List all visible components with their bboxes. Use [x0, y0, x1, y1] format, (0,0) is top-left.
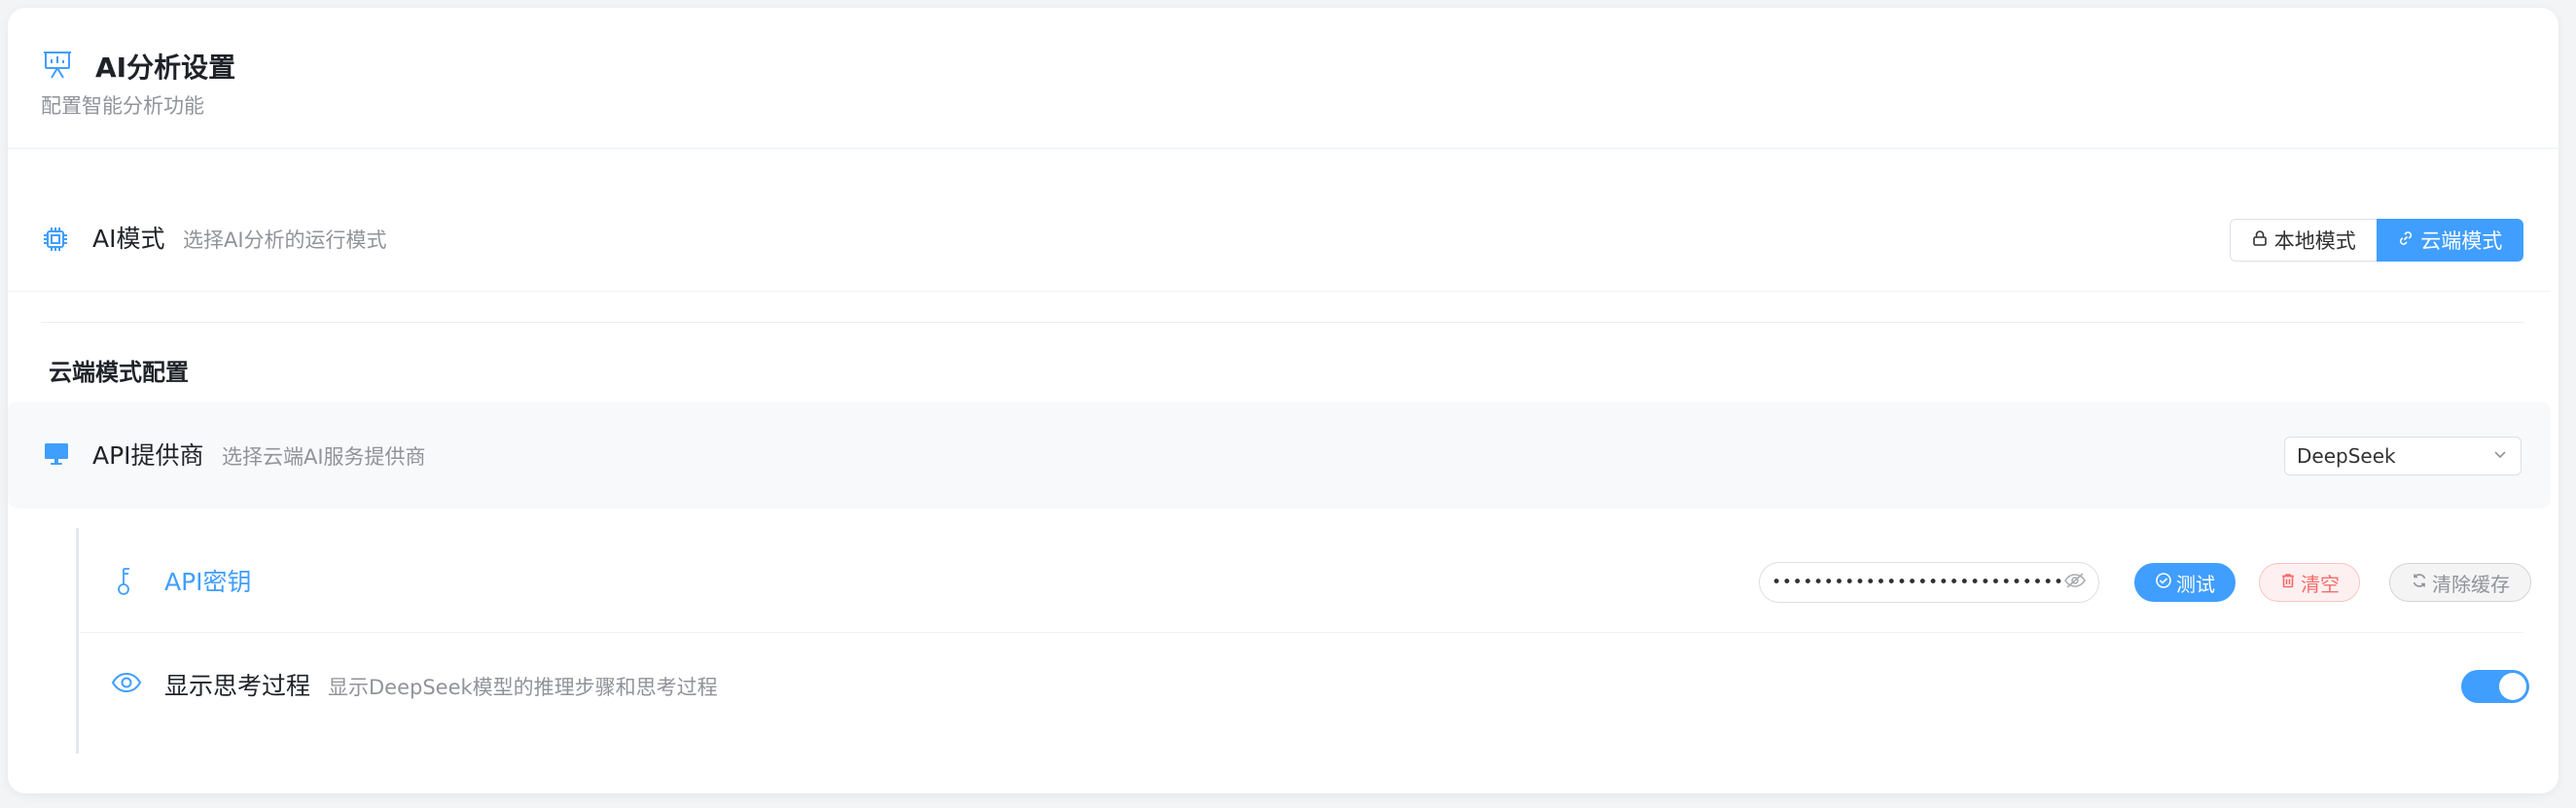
trash-icon — [2279, 571, 2297, 594]
clear-api-key-button[interactable]: 清空 — [2259, 563, 2360, 602]
api-key-masked-value: •••••••••••••••••••••••••••••••••••• — [1771, 573, 2063, 592]
section-divider — [41, 322, 2523, 323]
eye-off-icon[interactable] — [2063, 571, 2087, 594]
show-thinking-description: 显示DeepSeek模型的推理步骤和思考过程 — [328, 676, 718, 699]
api-provider-row: API提供商 选择云端AI服务提供商 DeepSeek — [8, 402, 2551, 509]
local-mode-button[interactable]: 本地模式 — [2230, 219, 2377, 262]
api-provider-title: API提供商 — [92, 441, 204, 470]
show-thinking-title: 显示思考过程 — [164, 672, 311, 700]
ai-mode-segmented-control: 本地模式 云端模式 — [2230, 219, 2523, 262]
ai-mode-row: AI模式 选择AI分析的运行模式 本地模式 云端模式 — [8, 188, 2551, 292]
nested-indicator-line — [76, 528, 79, 754]
refresh-icon — [2411, 571, 2428, 594]
presentation-chart-icon — [41, 49, 74, 82]
test-button-label: 测试 — [2176, 572, 2215, 596]
chevron-down-icon — [2491, 444, 2509, 468]
show-thinking-toggle[interactable] — [2461, 670, 2529, 703]
api-provider-selected-value: DeepSeek — [2297, 444, 2396, 468]
show-thinking-row: 显示思考过程 显示DeepSeek模型的推理步骤和思考过程 — [80, 638, 2529, 735]
key-icon — [113, 566, 142, 595]
api-provider-description: 选择云端AI服务提供商 — [222, 445, 426, 469]
toggle-knob — [2499, 673, 2526, 700]
cloud-mode-label: 云端模式 — [2420, 229, 2503, 253]
local-mode-label: 本地模式 — [2273, 229, 2356, 253]
page-title: AI分析设置 — [95, 52, 236, 84]
cloud-config-section-title: 云端模式配置 — [49, 359, 189, 386]
api-key-row: API密钥 ••••••••••••••••••••••••••••••••••… — [80, 531, 2531, 633]
api-key-title: API密钥 — [164, 568, 252, 596]
cloud-mode-button[interactable]: 云端模式 — [2376, 219, 2523, 262]
eye-icon — [111, 671, 142, 700]
cpu-chip-icon — [41, 225, 70, 254]
test-api-key-button[interactable]: 测试 — [2134, 563, 2236, 602]
api-provider-select[interactable]: DeepSeek — [2284, 437, 2522, 475]
monitor-icon — [43, 440, 72, 470]
ai-mode-description: 选择AI分析的运行模式 — [183, 228, 387, 252]
header-divider — [8, 148, 2558, 149]
page-subtitle: 配置智能分析功能 — [41, 94, 204, 118]
ai-settings-card: AI分析设置 配置智能分析功能 AI模式 选择AI分析的运行模式 本地模式 云端… — [8, 8, 2558, 793]
ai-mode-title: AI模式 — [92, 225, 165, 253]
check-circle-icon — [2155, 571, 2172, 594]
api-key-input[interactable]: •••••••••••••••••••••••••••••••••••• — [1759, 562, 2099, 603]
clear-cache-button-label: 清除缓存 — [2432, 572, 2510, 596]
clear-button-label: 清空 — [2301, 572, 2340, 596]
lock-icon — [2251, 228, 2269, 252]
clear-cache-button[interactable]: 清除缓存 — [2389, 563, 2531, 602]
link-icon — [2397, 228, 2415, 252]
